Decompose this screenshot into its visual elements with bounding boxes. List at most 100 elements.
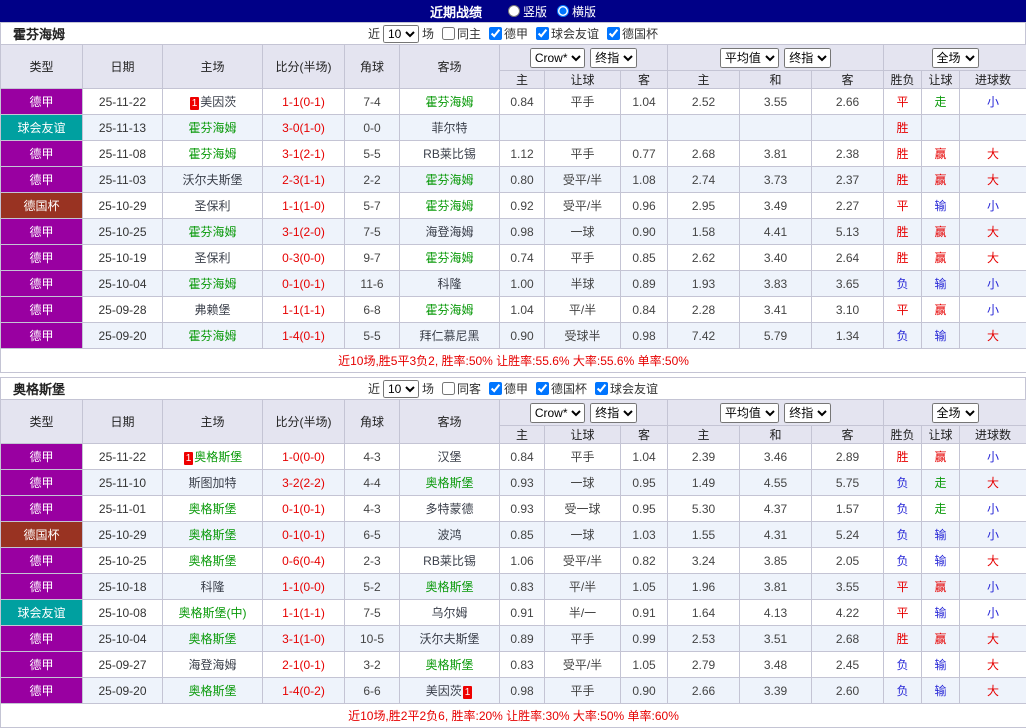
- league-type-cell: 德甲: [1, 297, 83, 323]
- team-link[interactable]: 沃尔夫斯堡: [419, 632, 479, 646]
- team-link[interactable]: 科隆: [200, 580, 224, 594]
- same-venue-checkbox[interactable]: 同主: [442, 25, 481, 42]
- score-cell[interactable]: 2-1(0-1): [263, 652, 345, 678]
- team-link[interactable]: 美因茨: [200, 95, 236, 109]
- average-select[interactable]: 平均值: [720, 48, 779, 68]
- team-link[interactable]: 奥格斯堡: [425, 658, 473, 672]
- team-link[interactable]: 奥格斯堡: [425, 476, 473, 490]
- average-select[interactable]: 平均值: [720, 403, 779, 423]
- team-link[interactable]: 霍芬海姆: [425, 303, 473, 317]
- team-link[interactable]: 奥格斯堡: [188, 684, 236, 698]
- result-wdl: 负: [884, 652, 922, 678]
- team-link[interactable]: 霍芬海姆: [188, 277, 236, 291]
- team-link[interactable]: 科隆: [437, 277, 461, 291]
- score-cell[interactable]: 2-3(1-1): [263, 167, 345, 193]
- same-venue-checkbox[interactable]: 同客: [442, 380, 481, 397]
- team-link[interactable]: 海登海姆: [425, 225, 473, 239]
- fulltime-select[interactable]: 全场: [932, 48, 979, 68]
- league-checkbox-cup[interactable]: 德国杯: [536, 380, 587, 397]
- team-link[interactable]: 圣保利: [194, 251, 230, 265]
- avg-stage-select[interactable]: 终指: [784, 403, 831, 423]
- team-link[interactable]: 奥格斯堡(中): [179, 606, 247, 620]
- league-input-bundesliga[interactable]: [489, 27, 502, 40]
- score-cell[interactable]: 0-1(0-1): [263, 496, 345, 522]
- team-link[interactable]: 霍芬海姆: [188, 147, 236, 161]
- team-link[interactable]: 波鸿: [437, 528, 461, 542]
- recent-count-select[interactable]: 10: [383, 25, 419, 43]
- team-link[interactable]: 多特蒙德: [425, 502, 473, 516]
- recent-count-select[interactable]: 10: [383, 380, 419, 398]
- team-link[interactable]: 圣保利: [194, 199, 230, 213]
- score-cell[interactable]: 3-0(1-0): [263, 115, 345, 141]
- col-header-handicap: 让球: [545, 71, 621, 89]
- score-cell[interactable]: 1-1(1-1): [263, 297, 345, 323]
- score-cell[interactable]: 0-1(0-1): [263, 522, 345, 548]
- team-link[interactable]: 奥格斯堡: [188, 528, 236, 542]
- odds-stage-select[interactable]: 终指: [590, 48, 637, 68]
- league-input-friendly[interactable]: [536, 27, 549, 40]
- league-checkbox-bundesliga[interactable]: 德甲: [489, 380, 528, 397]
- team-link[interactable]: 奥格斯堡: [188, 502, 236, 516]
- team-link[interactable]: 霍芬海姆: [188, 329, 236, 343]
- bookmaker-select[interactable]: Crow*: [530, 48, 585, 68]
- corner-cell: 5-7: [345, 193, 400, 219]
- horizontal-radio-input[interactable]: [557, 5, 569, 17]
- team-link[interactable]: 霍芬海姆: [425, 251, 473, 265]
- league-input-bundesliga[interactable]: [489, 382, 502, 395]
- team-link[interactable]: 拜仁慕尼黑: [419, 329, 479, 343]
- league-input-cup[interactable]: [536, 382, 549, 395]
- team-link[interactable]: 美因茨: [426, 684, 462, 698]
- team-link[interactable]: 弗赖堡: [194, 303, 230, 317]
- team-link[interactable]: 斯图加特: [188, 476, 236, 490]
- team-link[interactable]: 奥格斯堡: [188, 632, 236, 646]
- score-cell[interactable]: 3-2(2-2): [263, 470, 345, 496]
- team-link[interactable]: 奥格斯堡: [188, 554, 236, 568]
- team-link[interactable]: 沃尔夫斯堡: [182, 173, 242, 187]
- avg-stage-select[interactable]: 终指: [784, 48, 831, 68]
- vertical-radio-input[interactable]: [508, 5, 520, 17]
- league-type-cell: 德甲: [1, 496, 83, 522]
- score-cell[interactable]: 0-1(0-1): [263, 271, 345, 297]
- team-link[interactable]: RB莱比锡: [423, 147, 476, 161]
- col-header-avg-draw: 和: [740, 426, 812, 444]
- score-cell[interactable]: 1-1(0-1): [263, 89, 345, 115]
- team-link[interactable]: 乌尔姆: [431, 606, 467, 620]
- team-link[interactable]: 霍芬海姆: [425, 173, 473, 187]
- layout-radio-horizontal[interactable]: 横版: [557, 3, 596, 20]
- score-cell[interactable]: 1-1(0-0): [263, 574, 345, 600]
- league-checkbox-friendly[interactable]: 球会友谊: [536, 25, 599, 42]
- score-cell[interactable]: 0-6(0-4): [263, 548, 345, 574]
- team-link[interactable]: 奥格斯堡: [425, 580, 473, 594]
- score-cell[interactable]: 1-0(0-0): [263, 444, 345, 470]
- league-checkbox-bundesliga[interactable]: 德甲: [489, 25, 528, 42]
- league-checkbox-cup[interactable]: 德国杯: [607, 25, 658, 42]
- same-venue-input[interactable]: [442, 382, 455, 395]
- layout-radio-vertical[interactable]: 竖版: [508, 3, 547, 20]
- fulltime-select[interactable]: 全场: [932, 403, 979, 423]
- team-link[interactable]: 海登海姆: [188, 658, 236, 672]
- team-link[interactable]: 菲尔特: [431, 121, 467, 135]
- score-cell[interactable]: 0-3(0-0): [263, 245, 345, 271]
- team-link[interactable]: 霍芬海姆: [188, 121, 236, 135]
- handicap-away-odds: 0.85: [621, 245, 668, 271]
- score-cell[interactable]: 1-1(1-0): [263, 193, 345, 219]
- score-cell[interactable]: 3-1(2-1): [263, 141, 345, 167]
- odds-stage-select[interactable]: 终指: [590, 403, 637, 423]
- team-link[interactable]: RB莱比锡: [423, 554, 476, 568]
- team-link[interactable]: 霍芬海姆: [425, 199, 473, 213]
- league-input-cup[interactable]: [607, 27, 620, 40]
- score-cell[interactable]: 1-1(1-1): [263, 600, 345, 626]
- team-link[interactable]: 霍芬海姆: [425, 95, 473, 109]
- score-cell[interactable]: 1-4(0-1): [263, 323, 345, 349]
- league-input-friendly[interactable]: [595, 382, 608, 395]
- handicap-home-odds: 0.84: [500, 444, 545, 470]
- score-cell[interactable]: 3-1(1-0): [263, 626, 345, 652]
- score-cell[interactable]: 3-1(2-0): [263, 219, 345, 245]
- same-venue-input[interactable]: [442, 27, 455, 40]
- team-link[interactable]: 奥格斯堡: [194, 450, 242, 464]
- bookmaker-select[interactable]: Crow*: [530, 403, 585, 423]
- league-checkbox-friendly[interactable]: 球会友谊: [595, 380, 658, 397]
- score-cell[interactable]: 1-4(0-2): [263, 678, 345, 704]
- team-link[interactable]: 霍芬海姆: [188, 225, 236, 239]
- team-link[interactable]: 汉堡: [437, 450, 461, 464]
